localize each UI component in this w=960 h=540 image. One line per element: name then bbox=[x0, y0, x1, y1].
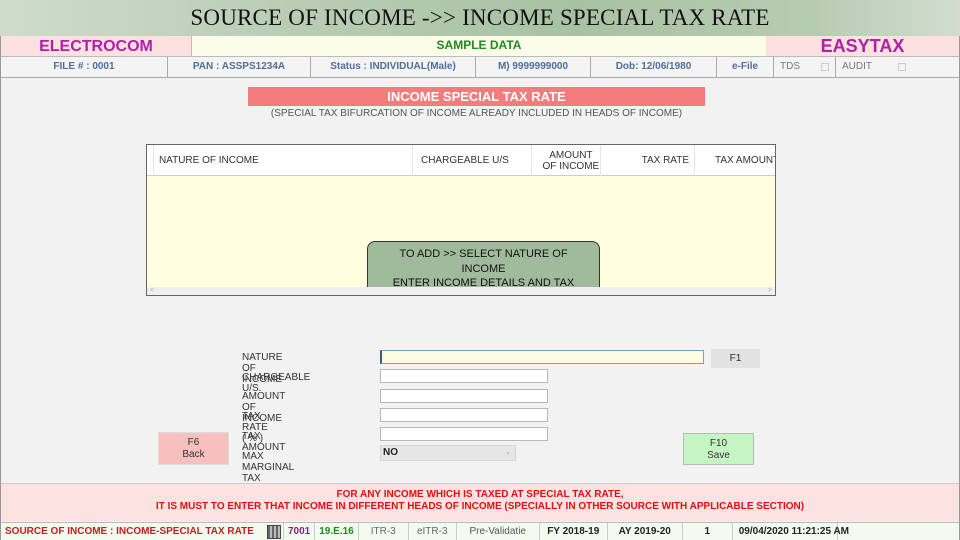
column-header-tax-amount[interactable]: TAX AMOUNT bbox=[695, 145, 775, 176]
status-code: 7001 bbox=[283, 523, 316, 540]
max-marginal-value: NO bbox=[383, 447, 398, 458]
grid-header: NATURE OF INCOME CHARGEABLE U/S AMOUNT O… bbox=[147, 145, 775, 176]
audit-label: AUDIT bbox=[842, 61, 872, 72]
date-of-birth: Dob: 12/06/1980 bbox=[591, 57, 717, 77]
brand-electrocom: ELECTROCOM bbox=[1, 36, 192, 56]
assessee-status: Status : INDIVIDUAL(Male) bbox=[311, 57, 476, 77]
efile-link[interactable]: e-File bbox=[717, 57, 774, 77]
tax-rate-input[interactable] bbox=[380, 408, 548, 422]
app-window: ELECTROCOM SAMPLE DATA EASYTAX FILE # : … bbox=[0, 36, 960, 540]
scroll-right-icon[interactable]: > bbox=[768, 287, 772, 295]
status-screen-title: SOURCE OF INCOME : INCOME-SPECIAL TAX RA… bbox=[5, 526, 254, 537]
amount-of-income-input[interactable] bbox=[380, 389, 548, 403]
section-subtitle: (SPECIAL TAX BIFURCATION OF INCOME ALREA… bbox=[270, 108, 683, 119]
file-number: FILE # : 0001 bbox=[1, 57, 168, 77]
tds-label: TDS bbox=[780, 61, 800, 72]
nature-of-income-input[interactable] bbox=[380, 350, 704, 364]
income-grid[interactable]: NATURE OF INCOME CHARGEABLE U/S AMOUNT O… bbox=[146, 144, 776, 296]
horizontal-scrollbar[interactable]: < > bbox=[147, 287, 775, 295]
column-header-amount[interactable]: AMOUNT OF INCOME bbox=[532, 145, 602, 176]
column-header-chargeable[interactable]: CHARGEABLE U/S bbox=[413, 145, 532, 176]
status-indicator: .. bbox=[843, 526, 850, 537]
slide-title: SOURCE OF INCOME ->> INCOME SPECIAL TAX … bbox=[190, 5, 770, 30]
row-selector-header bbox=[147, 145, 154, 176]
sample-data-label: SAMPLE DATA bbox=[192, 36, 766, 56]
section-title: INCOME SPECIAL TAX RATE bbox=[248, 87, 705, 106]
status-bar: SOURCE OF INCOME : INCOME-SPECIAL TAX RA… bbox=[1, 522, 959, 540]
calculator-icon[interactable] bbox=[267, 525, 281, 539]
version-number: 19.E.16 bbox=[315, 523, 359, 540]
save-button[interactable]: F10 Save bbox=[683, 433, 754, 465]
brand-easytax: EASYTAX bbox=[766, 36, 959, 56]
info-bar: FILE # : 0001 PAN : ASSPS1234A Status : … bbox=[1, 57, 959, 78]
audit-checkbox[interactable]: AUDIT bbox=[836, 57, 912, 77]
tax-amount-label: TAX AMOUNT bbox=[242, 431, 286, 453]
brand-bar: ELECTROCOM SAMPLE DATA EASYTAX bbox=[1, 36, 959, 57]
special-tax-warning: FOR ANY INCOME WHICH IS TAXED AT SPECIAL… bbox=[1, 483, 959, 521]
mobile-number: M) 9999999000 bbox=[476, 57, 591, 77]
column-header-tax-rate[interactable]: TAX RATE bbox=[601, 145, 695, 176]
back-button[interactable]: F6 Back bbox=[158, 432, 229, 465]
chevron-down-icon[interactable]: ⌄ bbox=[505, 446, 511, 460]
checkbox-icon[interactable] bbox=[821, 63, 829, 71]
column-header-nature[interactable]: NATURE OF INCOME bbox=[154, 145, 413, 176]
itr-form[interactable]: ITR-3 bbox=[359, 523, 409, 540]
financial-year: FY 2018-19 bbox=[540, 523, 608, 540]
chargeable-us-input[interactable] bbox=[380, 369, 548, 383]
pan-number: PAN : ASSPS1234A bbox=[168, 57, 311, 77]
pre-validate-button[interactable]: Pre-Validatie bbox=[457, 523, 540, 540]
f1-lookup-button[interactable]: F1 bbox=[711, 349, 760, 368]
eitr-form[interactable]: eITR-3 bbox=[409, 523, 457, 540]
max-marginal-tax-select[interactable]: NO ⌄ bbox=[380, 445, 516, 461]
tax-amount-input[interactable] bbox=[380, 427, 548, 441]
record-count: 1 bbox=[683, 523, 733, 540]
scroll-left-icon[interactable]: < bbox=[150, 287, 154, 295]
date-time: 09/04/2020 11:21:25 AM bbox=[733, 523, 849, 540]
assessment-year: AY 2019-20 bbox=[608, 523, 683, 540]
max-marginal-label: MAX MARGINAL TAX bbox=[242, 451, 294, 484]
checkbox-icon[interactable] bbox=[898, 63, 906, 71]
tds-checkbox[interactable]: TDS bbox=[774, 57, 836, 77]
